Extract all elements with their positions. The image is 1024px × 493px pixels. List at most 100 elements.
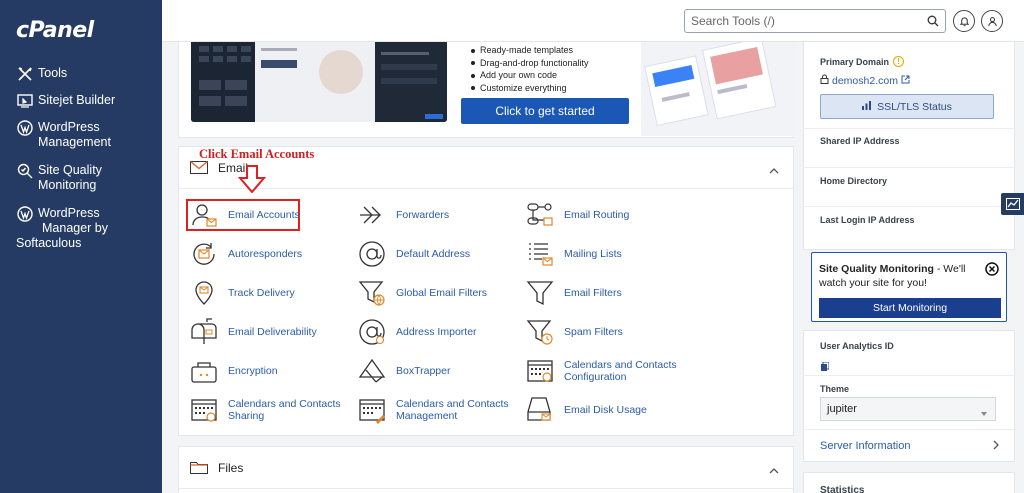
mailbox-icon <box>190 318 218 346</box>
sitejet-editor-preview <box>191 42 447 122</box>
sidebar-item-label: Sitejet Builder <box>38 93 116 107</box>
top-bar <box>162 0 1024 42</box>
tool-spam-filters[interactable]: Spam Filters <box>526 318 623 346</box>
sidebar-item-site-quality-monitoring[interactable]: Site Quality Monitoring <box>16 163 102 193</box>
theme-label: Theme <box>820 384 850 394</box>
sitejet-panel: Ready-made templates Drag-and-drop funct… <box>178 42 795 138</box>
tool-encryption[interactable]: Encryption <box>190 357 278 385</box>
tool-label: Global Email Filters <box>396 287 488 299</box>
user-menu-button[interactable] <box>981 10 1003 32</box>
tool-forwarders[interactable]: Forwarders <box>358 201 449 229</box>
chevron-up-icon[interactable] <box>769 163 779 174</box>
search-input[interactable] <box>691 14 927 28</box>
tool-email-filters[interactable]: Email Filters <box>526 279 622 307</box>
tool-label-line1: Calendars and Contacts <box>228 398 341 410</box>
autoresponders-icon <box>190 240 218 268</box>
tool-email-routing[interactable]: Email Routing <box>526 201 629 229</box>
notifications-button[interactable] <box>953 10 975 32</box>
tool-label: Calendars and Contacts Configuration <box>564 359 677 383</box>
tool-boxtrapper[interactable]: BoxTrapper <box>358 357 450 385</box>
primary-domain-label: Primary Domain <box>820 56 890 67</box>
primary-domain-link[interactable]: demosh2.com <box>832 75 898 87</box>
info-icon[interactable]: ! <box>893 56 905 67</box>
sidebar: cPanel Tools Sitejet Builder WordPress M… <box>0 0 162 493</box>
tool-autoresponders[interactable]: Autoresponders <box>190 240 302 268</box>
tool-calendars-contacts-management[interactable]: Calendars and Contacts Management <box>358 396 509 424</box>
files-section-header[interactable]: Files <box>179 447 793 489</box>
bar-chart-icon <box>862 100 872 113</box>
copy-icon[interactable] <box>821 358 830 376</box>
sitejet-templates-preview <box>641 42 795 136</box>
chevron-up-icon[interactable] <box>769 463 779 474</box>
tool-label: Autoresponders <box>228 248 303 260</box>
bell-icon <box>959 16 969 26</box>
section-title: Files <box>218 461 244 475</box>
track-delivery-icon <box>190 279 218 307</box>
divider <box>804 206 1014 207</box>
tool-label: BoxTrapper <box>396 365 451 377</box>
sidebar-item-wordpress-manager-softaculous[interactable]: WordPress Manager by Softaculous <box>16 206 108 251</box>
statistics-panel: Statistics <box>803 472 1015 493</box>
tool-label-line2: Sharing <box>228 410 265 422</box>
boxtrapper-icon <box>358 357 386 385</box>
divider <box>804 429 1014 430</box>
wordpress-icon <box>16 120 34 136</box>
search-icon[interactable] <box>927 15 939 27</box>
user-icon <box>987 16 997 26</box>
search-box[interactable] <box>684 9 946 33</box>
cpanel-logo[interactable]: cPanel <box>16 18 94 43</box>
tool-label: Calendars and Contacts Sharing <box>228 398 341 422</box>
address-importer-icon <box>358 318 386 346</box>
sidebar-item-tools[interactable]: Tools <box>16 66 67 82</box>
tool-mailing-lists[interactable]: Mailing Lists <box>526 240 622 268</box>
lock-icon <box>820 74 829 87</box>
analytics-toggle-button[interactable] <box>1001 193 1024 215</box>
divider <box>804 167 1014 168</box>
tool-calendars-contacts-sharing[interactable]: Calendars and Contacts Sharing <box>190 396 341 424</box>
sidebar-item-sitejet-builder[interactable]: Sitejet Builder <box>16 93 115 109</box>
tool-label: Default Address <box>396 248 471 260</box>
theme-select[interactable]: jupiter <box>820 397 996 421</box>
ssl-tls-status-button[interactable]: SSL/TLS Status <box>820 94 994 119</box>
tool-track-delivery[interactable]: Track Delivery <box>190 279 295 307</box>
forwarders-icon <box>358 201 386 229</box>
tools-icon <box>16 66 34 82</box>
sitejet-get-started-button[interactable]: Click to get started <box>461 98 629 124</box>
calendar-management-icon <box>358 396 386 424</box>
tool-email-deliverability[interactable]: Email Deliverability <box>190 318 317 346</box>
tool-email-disk-usage[interactable]: Email Disk Usage <box>526 396 647 424</box>
at-sign-icon <box>358 240 386 268</box>
wordpress-icon <box>16 206 34 222</box>
start-monitoring-button[interactable]: Start Monitoring <box>819 298 1001 318</box>
sidebar-item-wordpress-management[interactable]: WordPress Management <box>16 120 111 150</box>
global-filter-icon <box>358 279 386 307</box>
tool-default-address[interactable]: Default Address <box>358 240 470 268</box>
home-directory-label: Home Directory <box>820 176 888 186</box>
server-information-link[interactable]: Server Information <box>820 437 1000 455</box>
sidebar-item-label-line2: Monitoring <box>38 178 97 192</box>
chevron-right-icon <box>993 437 1000 455</box>
envelope-icon <box>190 160 208 179</box>
list-item: Customize everything <box>469 82 589 95</box>
external-link-icon[interactable] <box>901 75 910 87</box>
sidebar-item-label-line1: WordPress <box>38 120 100 134</box>
tool-label: Encryption <box>228 365 278 377</box>
tool-label: Forwarders <box>396 209 450 221</box>
close-icon[interactable] <box>985 262 999 276</box>
tool-address-importer[interactable]: Address Importer <box>358 318 477 346</box>
tool-label-line1: Calendars and Contacts <box>396 398 509 410</box>
tool-label-line2: Configuration <box>564 371 627 383</box>
sitejet-icon <box>16 93 34 109</box>
list-item: Ready-made templates <box>469 44 589 57</box>
mailing-lists-icon <box>526 240 554 268</box>
sidebar-item-label-line3: Softaculous <box>16 236 82 250</box>
sq-message: Site Quality Monitoring - We'll watch yo… <box>819 263 979 290</box>
last-login-ip-label: Last Login IP Address <box>820 215 915 225</box>
tool-global-email-filters[interactable]: Global Email Filters <box>358 279 487 307</box>
tool-label: Calendars and Contacts Management <box>396 398 509 422</box>
server-information-label: Server Information <box>820 440 911 452</box>
sq-title: Site Quality Monitoring <box>819 263 934 275</box>
tool-email-accounts[interactable]: Email Accounts <box>190 201 300 229</box>
tool-calendars-contacts-configuration[interactable]: Calendars and Contacts Configuration <box>526 357 677 385</box>
chart-line-icon <box>1005 198 1020 210</box>
